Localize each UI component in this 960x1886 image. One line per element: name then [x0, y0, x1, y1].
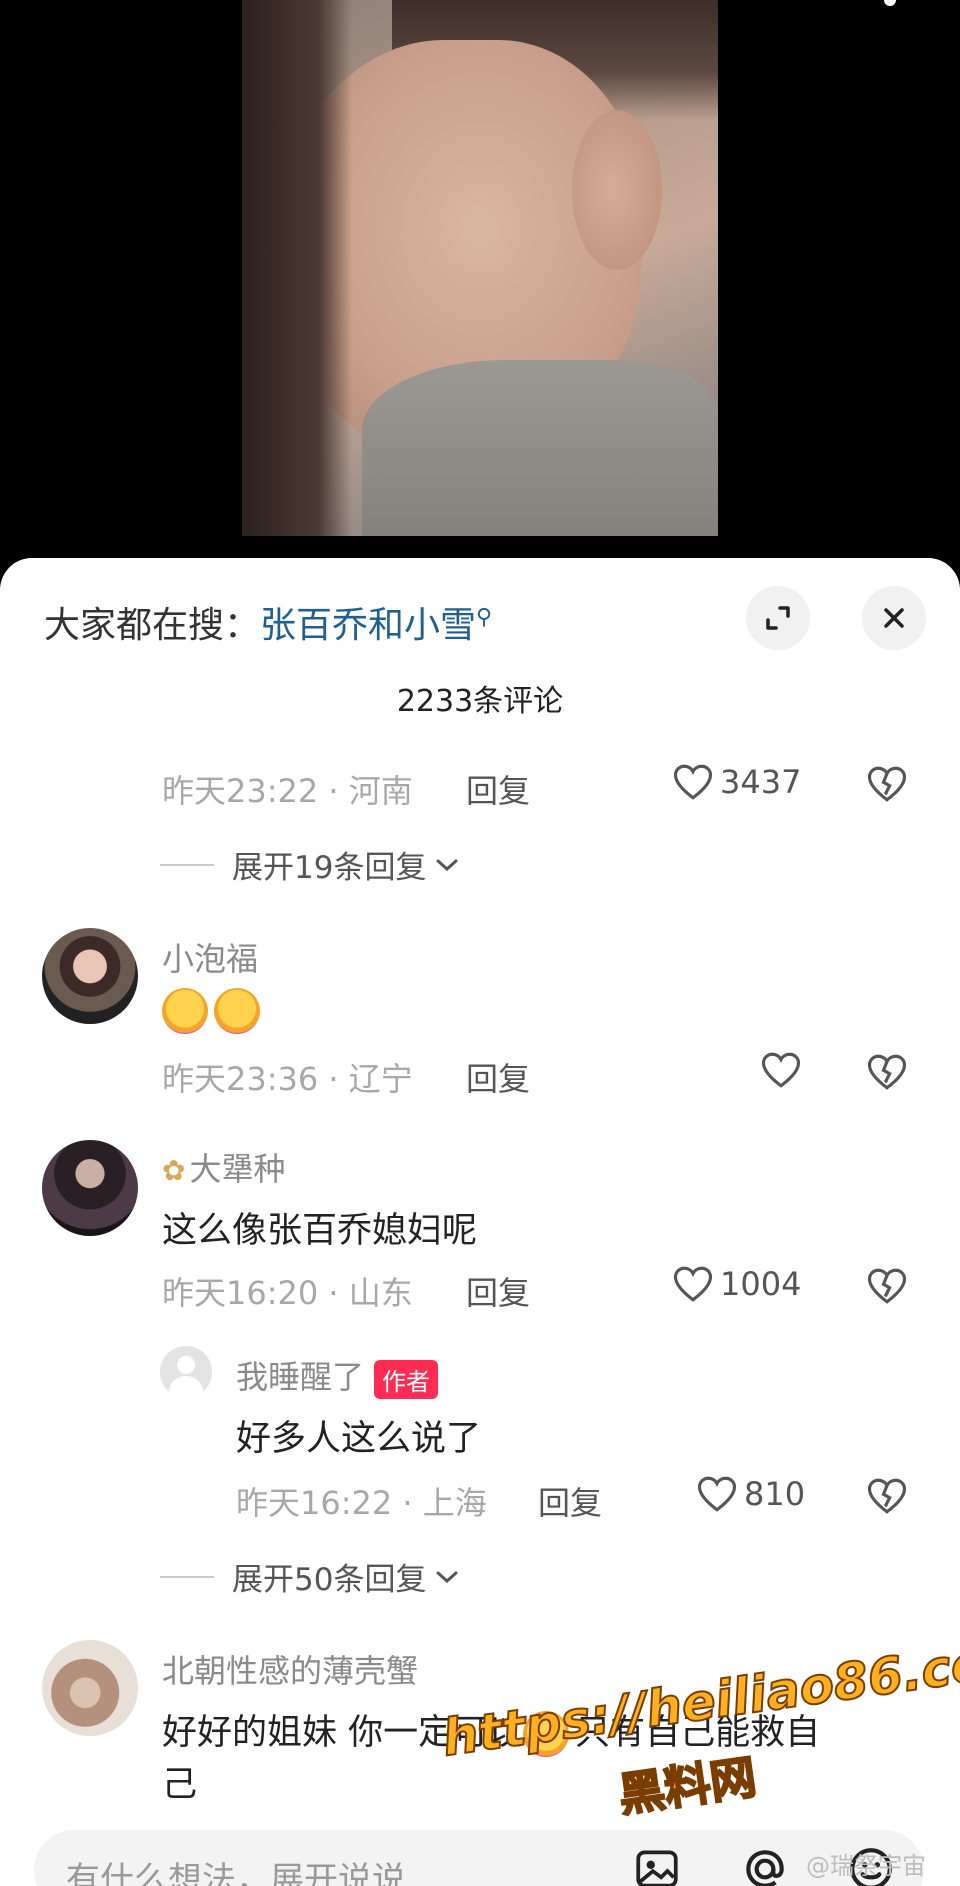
photo-sweater: [362, 360, 718, 536]
dislike-button[interactable]: [866, 764, 908, 808]
comment-username[interactable]: 小泡福: [162, 934, 258, 980]
comment-meta: 昨天23:36 · 辽宁: [162, 1060, 413, 1098]
like-count: 3437: [720, 763, 802, 801]
reply-meta: 昨天16:22 · 上海: [236, 1484, 487, 1522]
expand-replies[interactable]: 展开19条回复: [160, 842, 460, 887]
broken-heart-icon: [867, 1054, 907, 1090]
comment-text: [162, 988, 266, 1034]
expand-replies-label: 展开50条回复: [232, 1562, 427, 1598]
comment-meta: 昨天16:20 · 山东: [162, 1274, 413, 1312]
post-image-area: [0, 0, 960, 560]
photo-hair-side: [242, 0, 352, 536]
close-button[interactable]: [862, 586, 926, 650]
comment-input-bar[interactable]: 有什么想法，展开说说: [34, 1830, 924, 1886]
comment-count: 2233条评论: [396, 684, 564, 719]
author-tag: 作者: [374, 1359, 439, 1399]
hugging-face-emoji: [214, 988, 260, 1034]
dislike-button[interactable]: [866, 1266, 908, 1310]
at-icon[interactable]: [740, 1844, 790, 1886]
reply-button[interactable]: 回复: [466, 766, 530, 812]
broken-heart-icon: [867, 766, 907, 802]
trending-search-keyword[interactable]: 张百乔和小雪: [260, 605, 476, 646]
like-button[interactable]: 3437: [672, 762, 801, 802]
trending-search[interactable]: 大家都在搜：张百乔和小雪⚲: [44, 596, 492, 648]
reply-button[interactable]: 回复: [466, 1054, 530, 1100]
photo-ear: [572, 110, 662, 270]
username-label: 大犟种: [189, 1150, 286, 1188]
post-photo[interactable]: [242, 0, 718, 536]
avatar[interactable]: [42, 1140, 138, 1236]
hugging-face-emoji: [162, 988, 208, 1034]
more-icon[interactable]: [884, 0, 896, 6]
reply-button[interactable]: 回复: [466, 1268, 530, 1314]
close-icon: [884, 608, 904, 628]
dislike-button[interactable]: [866, 1052, 908, 1096]
username-label: 我睡醒了: [236, 1358, 365, 1396]
broken-heart-icon: [867, 1478, 907, 1514]
dislike-button[interactable]: [866, 1476, 908, 1520]
chevron-down-icon: [436, 859, 458, 871]
expand-replies-label: 展开19条回复: [232, 850, 427, 886]
comment-username[interactable]: ✿ 大犟种: [162, 1144, 285, 1190]
like-button[interactable]: 1004: [672, 1264, 801, 1304]
image-icon[interactable]: [632, 1844, 682, 1886]
reply-button[interactable]: 回复: [538, 1478, 602, 1524]
like-button[interactable]: 810: [696, 1474, 805, 1514]
heart-icon: [761, 1052, 801, 1088]
expand-icon: [766, 606, 790, 630]
comment-username[interactable]: 北朝性感的薄壳蟹: [162, 1646, 418, 1692]
search-icon: ⚲: [476, 605, 493, 630]
like-count: 1004: [720, 1265, 802, 1303]
comment-text: 这么像张百乔媳妇呢: [162, 1211, 478, 1251]
like-button[interactable]: [760, 1050, 808, 1090]
comment-text-line2: 己: [162, 1765, 198, 1805]
watermark-credit: @瑞祭宇宙: [806, 1852, 926, 1880]
heart-icon: [673, 1266, 713, 1302]
divider: [160, 1575, 214, 1578]
heart-icon: [697, 1476, 737, 1512]
comment-meta: 昨天23:22 · 河南: [162, 772, 413, 810]
expand-replies[interactable]: 展开50条回复: [160, 1554, 460, 1599]
heart-icon: [673, 764, 713, 800]
broken-heart-icon: [867, 1268, 907, 1304]
avatar[interactable]: [42, 1640, 138, 1736]
trending-search-prefix: 大家都在搜：: [44, 605, 261, 646]
avatar[interactable]: [42, 928, 138, 1024]
comment-input[interactable]: 有什么想法，展开说说: [66, 1852, 406, 1886]
butterfly-icon: ✿: [162, 1154, 186, 1187]
divider: [160, 863, 214, 866]
avatar[interactable]: [160, 1346, 212, 1398]
chevron-down-icon: [436, 1571, 458, 1583]
reply-text: 好多人这么说了: [236, 1419, 482, 1459]
like-count: 810: [744, 1475, 806, 1513]
reply-username[interactable]: 我睡醒了 作者: [236, 1352, 439, 1399]
expand-button[interactable]: [746, 586, 810, 650]
